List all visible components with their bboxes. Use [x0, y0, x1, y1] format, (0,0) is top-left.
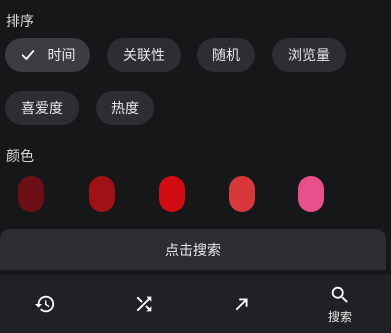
sort-chip-label: 热度 [111, 101, 139, 117]
nav-trending[interactable] [212, 275, 272, 333]
sort-chip-time[interactable]: 时间 [5, 38, 90, 72]
color-swatch[interactable] [89, 176, 115, 212]
nav-history[interactable] [15, 275, 75, 333]
shuffle-icon [136, 296, 152, 312]
sort-chip-favorites[interactable]: 喜爱度 [5, 91, 79, 125]
sort-chip-hot[interactable]: 热度 [96, 91, 154, 125]
nav-search-label: 搜索 [327, 309, 352, 324]
search-button-label: 点击搜索 [165, 242, 221, 259]
sort-chip-label: 随机 [212, 48, 240, 64]
sort-chip-label: 浏览量 [288, 48, 330, 64]
search-icon [331, 286, 348, 303]
nav-search[interactable]: 搜索 [310, 275, 370, 333]
sort-chip-relevance[interactable]: 关联性 [107, 38, 181, 72]
bottom-nav: 搜索 [0, 275, 391, 333]
nav-shuffle[interactable] [114, 275, 174, 333]
sort-chip-label: 时间 [47, 48, 76, 64]
color-swatch[interactable] [229, 176, 255, 212]
sort-chip-label: 喜爱度 [21, 101, 63, 117]
color-section-label: 颜色 [6, 149, 34, 165]
search-button[interactable]: 点击搜索 [0, 229, 386, 270]
history-icon [34, 295, 55, 313]
sort-chip-label: 关联性 [123, 48, 165, 64]
sort-section-label: 排序 [6, 14, 34, 30]
trending-arrow-icon [235, 298, 248, 311]
sort-chip-random[interactable]: 随机 [197, 38, 255, 72]
color-swatch[interactable] [159, 176, 185, 212]
check-icon [21, 50, 34, 60]
sort-chip-views[interactable]: 浏览量 [272, 38, 346, 72]
color-swatch[interactable] [18, 176, 44, 212]
color-swatch[interactable] [298, 176, 324, 212]
